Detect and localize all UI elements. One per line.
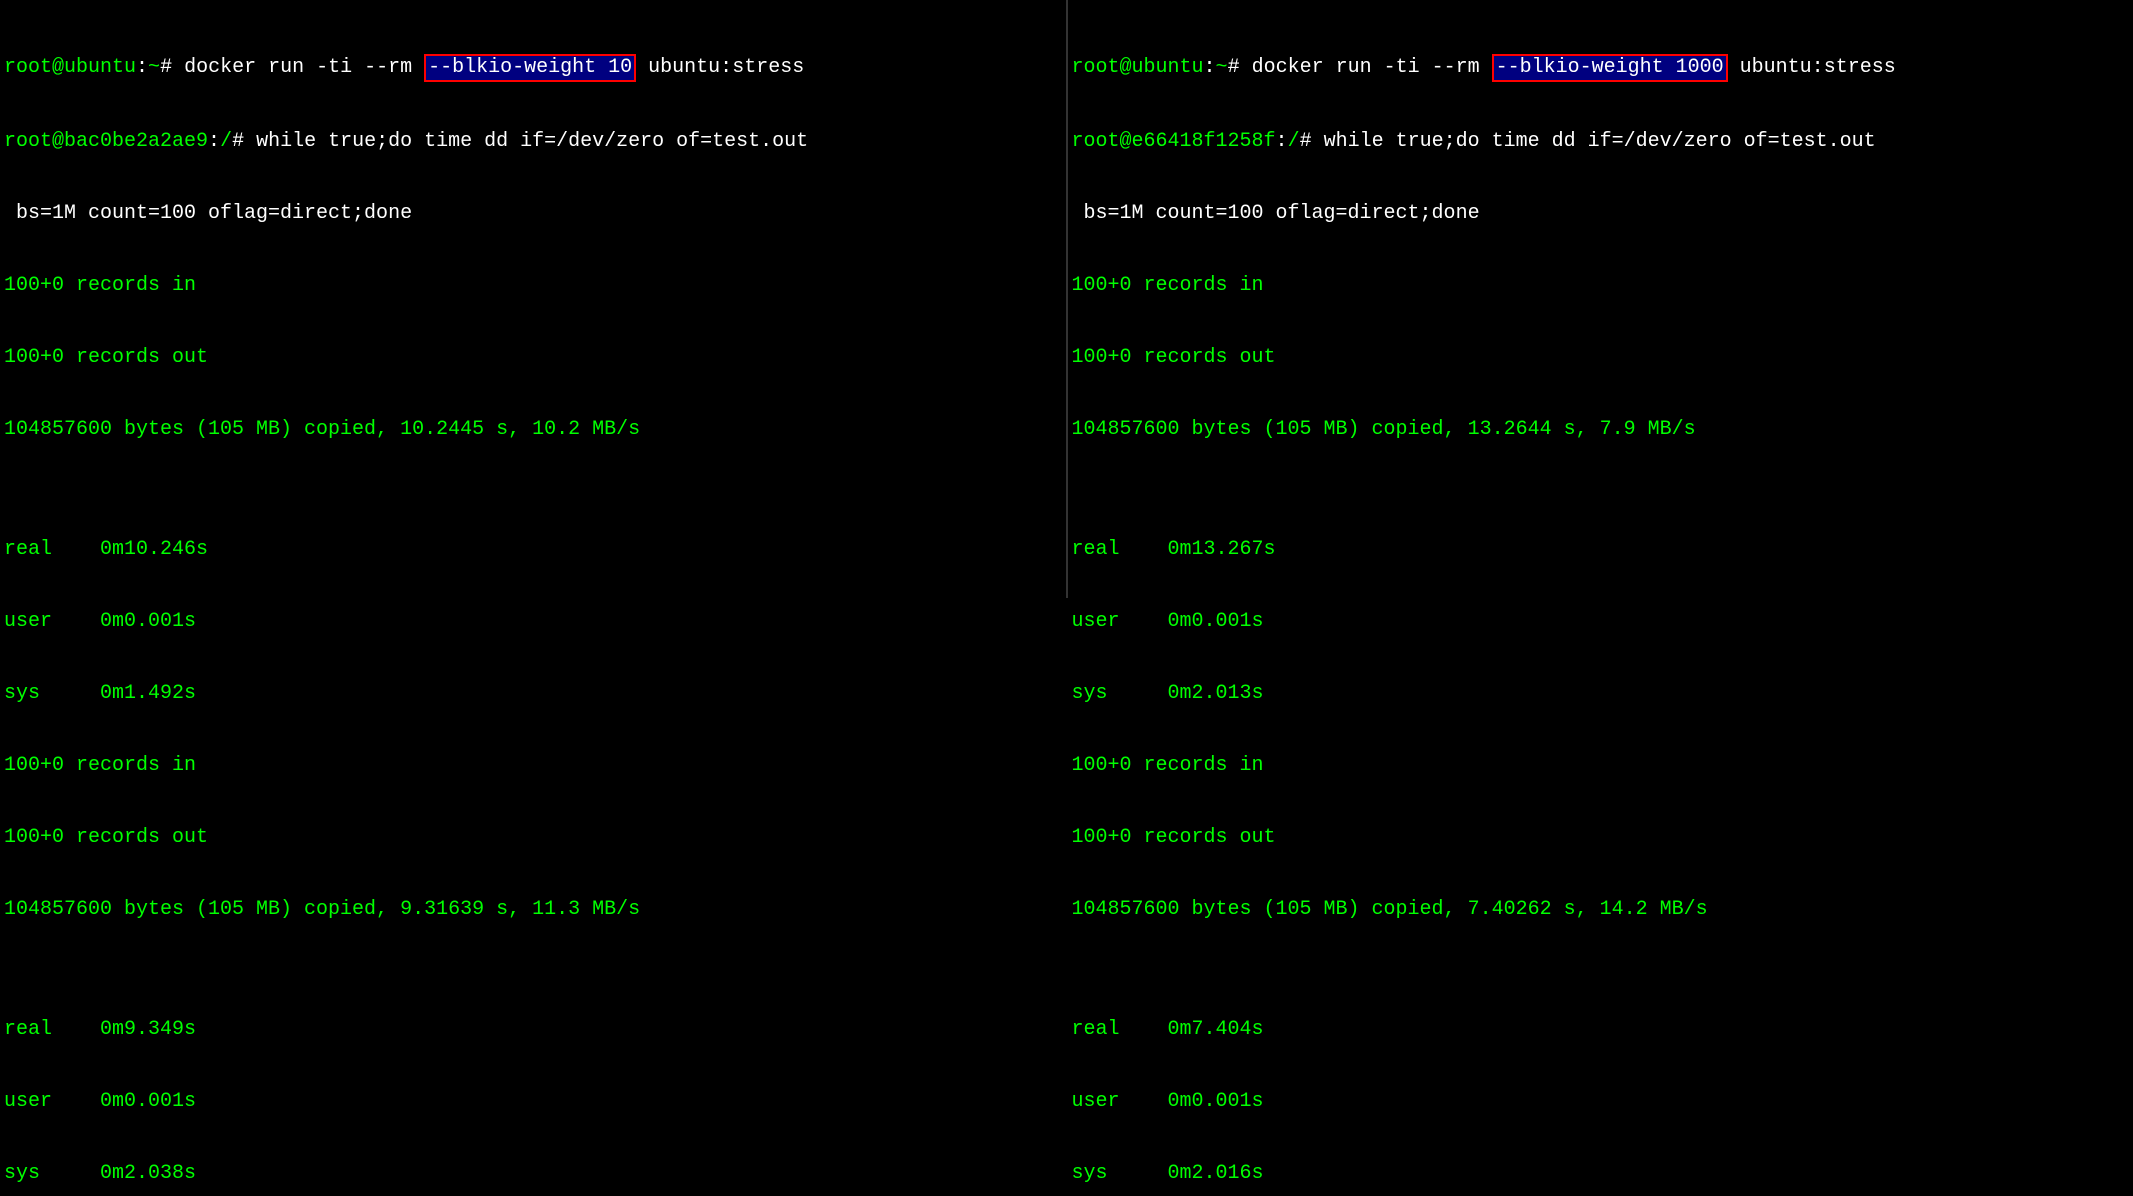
output-line: 100+0 records out [1072, 346, 2130, 370]
output-line: 100+0 records in [1072, 754, 2130, 778]
cmd-text-post: ubuntu:stress [1728, 56, 1896, 79]
output-line: 100+0 records out [1072, 826, 2130, 850]
output-line: real 0m9.349s [4, 1018, 1062, 1042]
output-line: 100+0 records in [1072, 274, 2130, 298]
output-line: 104857600 bytes (105 MB) copied, 10.2445… [4, 418, 1062, 442]
output-line: sys 0m2.016s [1072, 1162, 2130, 1186]
output-line: user 0m0.001s [4, 610, 1062, 634]
cmd-text: while true;do time dd if=/dev/zero of=te… [1324, 130, 1876, 153]
output-line: 100+0 records in [4, 754, 1062, 778]
output-line: 100+0 records in [4, 274, 1062, 298]
prompt-path: / [220, 130, 232, 153]
prompt-hash: # [160, 56, 184, 79]
blkio-highlight: --blkio-weight 1000 [1492, 54, 1728, 82]
output-line: 104857600 bytes (105 MB) copied, 7.40262… [1072, 898, 2130, 922]
output-line: sys 0m1.492s [4, 682, 1062, 706]
prompt-path: / [1288, 130, 1300, 153]
prompt-user: root@bac0be2a2ae9 [4, 130, 208, 153]
output-line: real 0m10.246s [4, 538, 1062, 562]
prompt-colon: : [208, 130, 220, 153]
terminal-left[interactable]: root@ubuntu:~# docker run -ti --rm --blk… [0, 0, 1068, 598]
prompt-colon: : [1276, 130, 1288, 153]
blkio-highlight: --blkio-weight 10 [424, 54, 636, 82]
prompt-colon: : [136, 56, 148, 79]
output-line: user 0m0.001s [4, 1090, 1062, 1114]
output-line: sys 0m2.013s [1072, 682, 2130, 706]
prompt-hash: # [1300, 130, 1324, 153]
output-line: 100+0 records out [4, 346, 1062, 370]
prompt-path: ~ [148, 56, 160, 79]
output-line: 104857600 bytes (105 MB) copied, 9.31639… [4, 898, 1062, 922]
cmd-text: while true;do time dd if=/dev/zero of=te… [256, 130, 808, 153]
prompt-user: root@ubuntu [4, 56, 136, 79]
terminal-right[interactable]: root@ubuntu:~# docker run -ti --rm --blk… [1068, 0, 2133, 598]
output-line: 104857600 bytes (105 MB) copied, 13.2644… [1072, 418, 2130, 442]
cmd-line-2: root@e66418f1258f:/# while true;do time … [1072, 130, 2130, 154]
cmd-line-2b: bs=1M count=100 oflag=direct;done [4, 202, 1062, 226]
cmd-text-pre: docker run -ti --rm [1252, 56, 1492, 79]
cmd-line-1: root@ubuntu:~# docker run -ti --rm --blk… [1072, 54, 2130, 82]
cmd-text-post: ubuntu:stress [636, 56, 804, 79]
output-line: user 0m0.001s [1072, 1090, 2130, 1114]
cmd-line-1: root@ubuntu:~# docker run -ti --rm --blk… [4, 54, 1062, 82]
output-line: 100+0 records out [4, 826, 1062, 850]
cmd-line-2b: bs=1M count=100 oflag=direct;done [1072, 202, 2130, 226]
output-line: sys 0m2.038s [4, 1162, 1062, 1186]
prompt-user: root@ubuntu [1072, 56, 1204, 79]
output-line: real 0m13.267s [1072, 538, 2130, 562]
output-line: user 0m0.001s [1072, 610, 2130, 634]
prompt-path: ~ [1216, 56, 1228, 79]
cmd-line-2: root@bac0be2a2ae9:/# while true;do time … [4, 130, 1062, 154]
prompt-hash: # [1228, 56, 1252, 79]
prompt-user: root@e66418f1258f [1072, 130, 1276, 153]
prompt-colon: : [1204, 56, 1216, 79]
output-line: real 0m7.404s [1072, 1018, 2130, 1042]
prompt-hash: # [232, 130, 256, 153]
cmd-text-pre: docker run -ti --rm [184, 56, 424, 79]
